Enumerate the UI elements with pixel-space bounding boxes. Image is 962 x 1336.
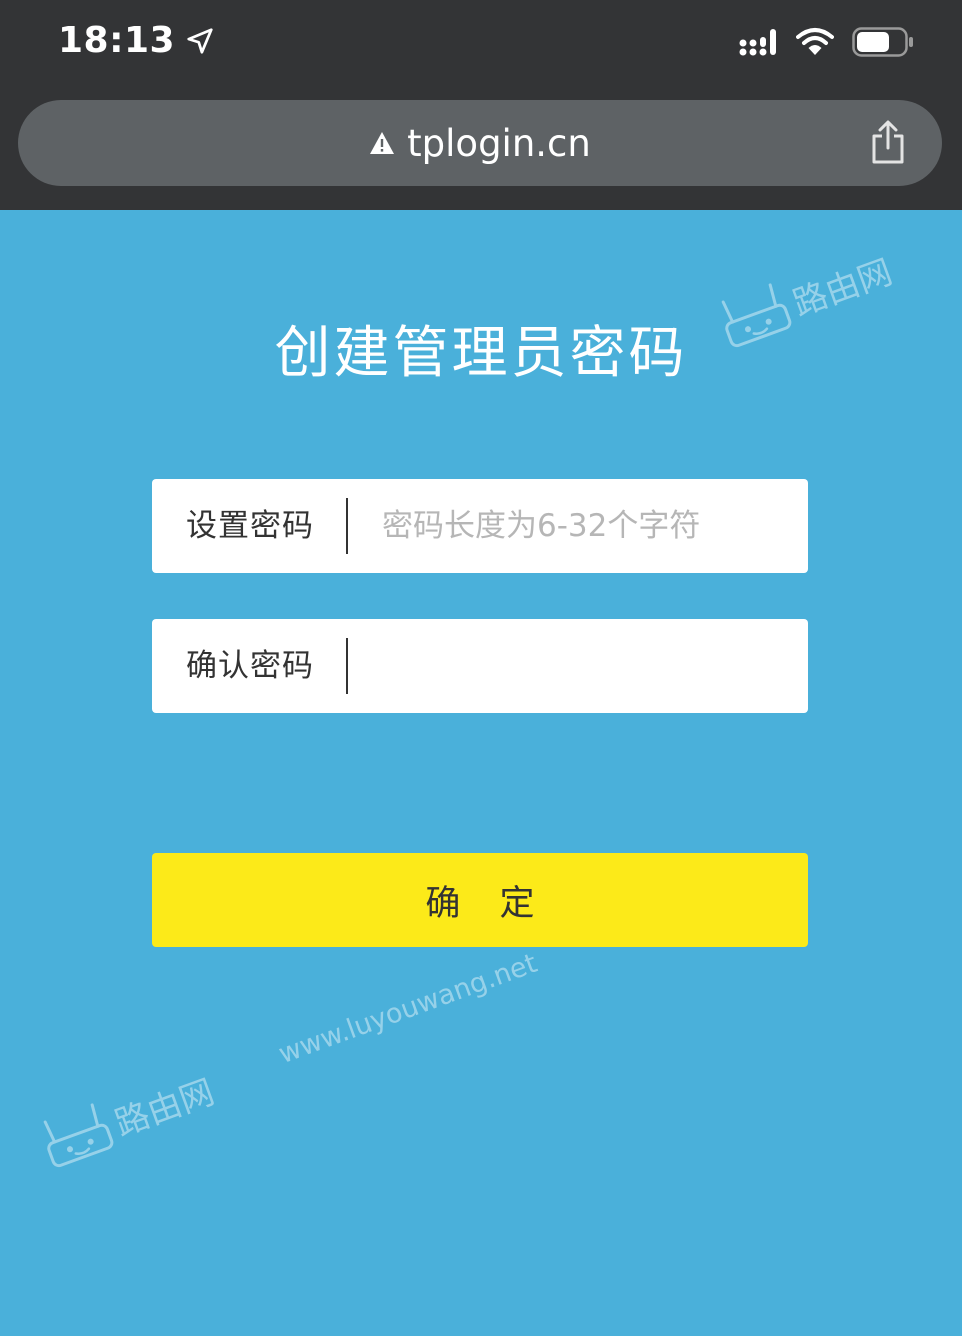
- status-time: 18:13: [58, 20, 215, 61]
- set-password-input[interactable]: [382, 479, 782, 573]
- share-icon: [872, 120, 904, 164]
- status-icons: [738, 24, 914, 60]
- status-time-text: 18:13: [58, 20, 176, 61]
- field-divider: [346, 498, 348, 554]
- set-password-label: 设置密码: [186, 508, 314, 544]
- warning-icon: [370, 132, 395, 154]
- battery-icon: [852, 27, 913, 57]
- set-password-field[interactable]: 设置密码: [152, 479, 808, 573]
- url-display[interactable]: tplogin.cn: [18, 100, 942, 186]
- watermark-url: www.luyouwang.net: [274, 947, 542, 1071]
- address-bar[interactable]: tplogin.cn: [18, 100, 942, 186]
- signal-icon: [739, 29, 776, 56]
- router-icon: [43, 1103, 114, 1168]
- confirm-password-label: 确认密码: [186, 648, 314, 684]
- wifi-icon: [796, 28, 834, 55]
- confirm-password-input[interactable]: [382, 619, 782, 713]
- share-button[interactable]: [868, 118, 908, 166]
- browser-chrome: 18:13 tplogin.cn: [0, 0, 962, 210]
- watermark-logo: 路由网: [34, 1061, 220, 1175]
- confirm-button[interactable]: 确 定: [152, 853, 808, 947]
- watermark-brand: 路由网: [109, 1071, 220, 1145]
- url-text: tplogin.cn: [407, 121, 591, 165]
- field-divider: [346, 638, 348, 694]
- location-arrow-icon: [187, 27, 213, 54]
- confirm-password-field[interactable]: 确认密码: [152, 619, 808, 713]
